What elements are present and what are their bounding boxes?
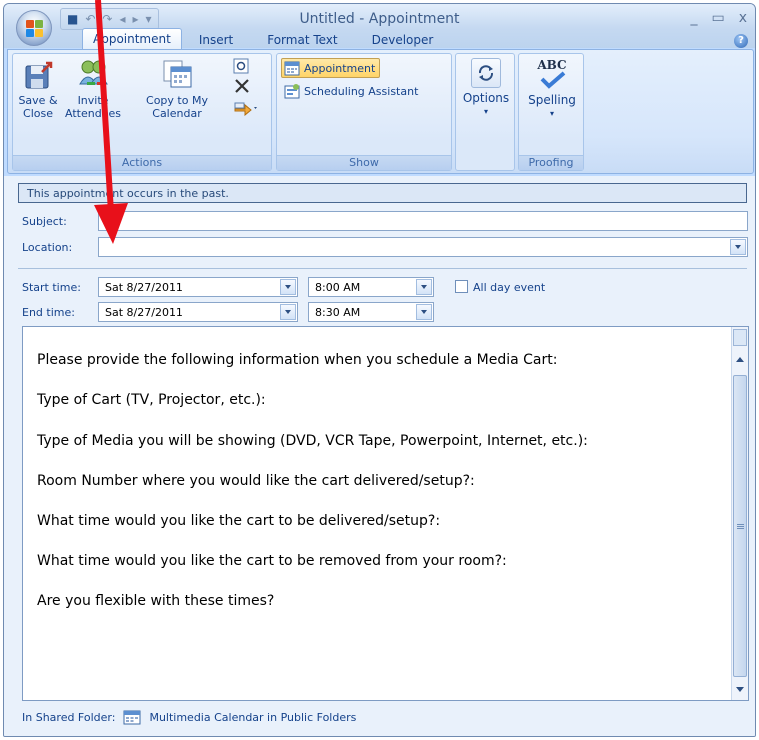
window-controls: _ ▭ x <box>690 10 747 26</box>
scheduling-assistant-button[interactable]: Scheduling Assistant <box>284 83 418 99</box>
shared-folder-label: In Shared Folder: <box>22 710 116 724</box>
proofing-group-label: Proofing <box>519 155 583 170</box>
minimize-button[interactable]: _ <box>690 10 697 26</box>
info-banner: This appointment occurs in the past. <box>18 183 747 203</box>
show-group-label: Show <box>277 155 451 170</box>
ribbon-tabs: Appointment Insert Format Text Developer <box>82 28 451 50</box>
close-button[interactable]: x <box>739 10 747 26</box>
tab-format-text[interactable]: Format Text <box>250 31 354 50</box>
help-icon[interactable]: ? <box>734 34 748 48</box>
end-date-dropdown-button[interactable] <box>280 304 296 320</box>
calendar-copy-icon <box>161 58 193 90</box>
start-time-dropdown-button[interactable] <box>416 279 432 295</box>
shared-folder-info: In Shared Folder: Multimedia Calendar in… <box>22 709 356 725</box>
scroll-up-button[interactable] <box>732 351 749 368</box>
spelling-check-icon: ABC <box>536 58 568 90</box>
subject-label: Subject: <box>22 215 67 228</box>
location-label: Location: <box>22 241 73 254</box>
end-time-select[interactable]: 8:30 AM <box>308 302 434 322</box>
end-time-dropdown-button[interactable] <box>416 304 432 320</box>
tab-developer[interactable]: Developer <box>355 31 451 50</box>
options-group: Options ▾ <box>455 53 515 171</box>
preview-button[interactable] <box>233 58 249 74</box>
all-day-checkbox[interactable] <box>455 280 468 293</box>
delete-icon <box>235 79 249 93</box>
end-time-label: End time: <box>22 306 75 319</box>
body-line: What time would you like the cart to be … <box>37 553 507 569</box>
appointment-form: This appointment occurs in the past. Sub… <box>4 176 755 736</box>
location-dropdown-button[interactable] <box>730 239 746 255</box>
save-close-icon <box>22 58 54 90</box>
show-group: Appointment Scheduling Assistant Show <box>276 53 452 171</box>
save-close-button[interactable]: Save & Close <box>17 58 59 120</box>
appointment-window: ■ ↶ ↷ ◂ ▸ ▾ Untitled - Appointment _ ▭ x… <box>3 3 756 737</box>
options-button[interactable]: Options ▾ <box>460 58 512 118</box>
scroll-grip-icon <box>737 524 744 529</box>
all-day-label: All day event <box>473 281 546 294</box>
forward-icon <box>234 102 257 116</box>
body-line: What time would you like the cart to be … <box>37 513 441 529</box>
notes-body[interactable]: Please provide the following information… <box>22 326 749 701</box>
start-time-select[interactable]: 8:00 AM <box>308 277 434 297</box>
invite-attendees-button[interactable]: Invite Attendees <box>65 58 121 120</box>
actions-group: Save & Close Invite Attendees Copy to My… <box>12 53 272 171</box>
window-title: Untitled - Appointment <box>299 11 460 27</box>
end-date-picker[interactable]: Sat 8/27/2011 <box>98 302 298 322</box>
title-bar: ■ ↶ ↷ ◂ ▸ ▾ Untitled - Appointment _ ▭ x… <box>4 4 755 50</box>
subject-input[interactable] <box>98 211 748 231</box>
scroll-down-button[interactable] <box>732 681 749 698</box>
scroll-thumb[interactable] <box>733 375 747 677</box>
body-line: Please provide the following information… <box>37 352 558 368</box>
options-dropdown-icon: ▾ <box>483 107 488 116</box>
scheduling-assistant-icon <box>284 84 300 99</box>
appointment-icon <box>284 61 300 76</box>
body-line: Room Number where you would like the car… <box>37 473 475 489</box>
appointment-view-button[interactable]: Appointment <box>281 58 381 78</box>
tab-appointment[interactable]: Appointment <box>82 28 182 50</box>
recurrence-icon <box>471 58 501 88</box>
invite-attendees-icon <box>77 58 109 90</box>
body-line: Type of Media you will be showing (DVD, … <box>37 433 588 449</box>
divider <box>18 268 747 269</box>
tab-insert[interactable]: Insert <box>182 31 250 50</box>
body-line: Are you flexible with these times? <box>37 593 275 609</box>
vertical-scrollbar[interactable] <box>731 327 748 700</box>
calendar-folder-icon <box>123 710 141 725</box>
body-line: Type of Cart (TV, Projector, etc.): <box>37 392 266 408</box>
proofing-group: ABC Spelling ▾ Proofing <box>518 53 584 171</box>
maximize-button[interactable]: ▭ <box>711 10 724 26</box>
start-time-label: Start time: <box>22 281 81 294</box>
shared-folder-name: Multimedia Calendar in Public Folders <box>149 710 357 724</box>
delete-button[interactable] <box>234 78 250 94</box>
ruler-toggle-icon[interactable] <box>733 329 747 346</box>
start-date-picker[interactable]: Sat 8/27/2011 <box>98 277 298 297</box>
ribbon: Save & Close Invite Attendees Copy to My… <box>7 49 754 174</box>
forward-button[interactable] <box>233 100 259 116</box>
spelling-dropdown-icon: ▾ <box>549 109 554 118</box>
preview-icon <box>233 58 249 74</box>
copy-to-my-calendar-button[interactable]: Copy to My Calendar <box>137 58 217 120</box>
spelling-button[interactable]: ABC Spelling ▾ <box>523 58 581 120</box>
location-input[interactable] <box>98 237 748 257</box>
actions-group-label: Actions <box>13 155 271 170</box>
start-date-dropdown-button[interactable] <box>280 279 296 295</box>
